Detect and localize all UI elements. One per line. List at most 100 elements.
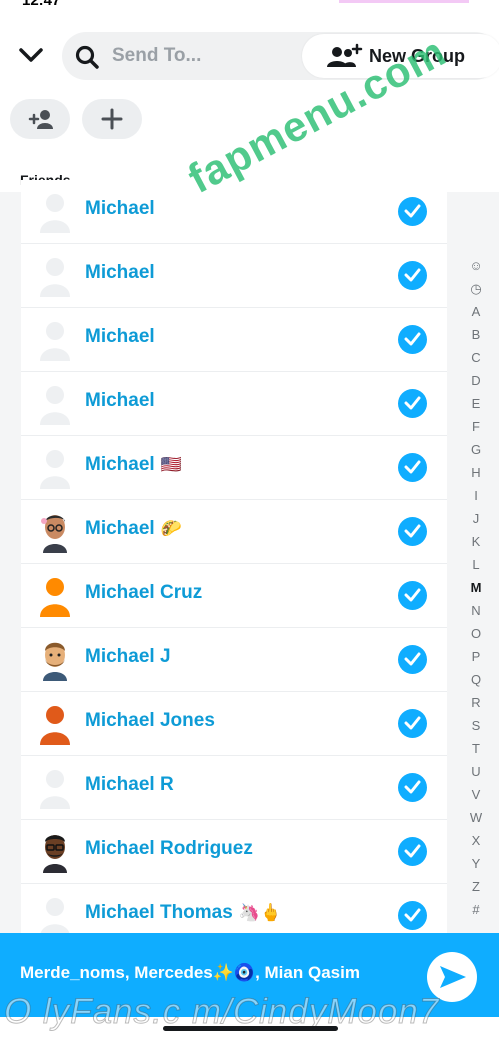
add-friend-icon [28, 110, 53, 129]
friend-name: Michael 🌮 [85, 518, 182, 540]
avatar [37, 383, 73, 425]
friend-row[interactable]: Michael R [21, 756, 447, 820]
index-letter[interactable]: C [463, 350, 489, 373]
friend-name-text: Michael R [85, 774, 174, 795]
index-letter[interactable]: B [463, 327, 489, 350]
index-letter[interactable]: L [463, 557, 489, 580]
index-letter[interactable]: M [463, 580, 489, 603]
friend-name-text: Michael Rodriguez [85, 838, 253, 859]
status-bar: 12:47 [0, 0, 499, 10]
friend-row[interactable]: Michael J [21, 628, 447, 692]
selected-recipients: Merde_noms, Mercedes✨🧿, Mian Qasim [20, 963, 360, 982]
index-letter[interactable]: T [463, 741, 489, 764]
index-letter[interactable]: D [463, 373, 489, 396]
selected-check-icon[interactable] [398, 901, 427, 930]
avatar [37, 831, 73, 873]
index-letter[interactable]: U [463, 764, 489, 787]
plus-icon [101, 108, 123, 130]
friend-name: Michael Rodriguez [85, 838, 253, 860]
selected-check-icon[interactable] [398, 709, 427, 738]
selected-check-icon[interactable] [398, 581, 427, 610]
alphabet-index[interactable]: ☺ ◷ A B C D E F G H I J K L M N O P Q R S T U V W X Y Z # [463, 258, 489, 925]
index-letter[interactable]: J [463, 511, 489, 534]
avatar [37, 191, 73, 233]
friend-name: Michael Jones [85, 710, 215, 732]
avatar [37, 767, 73, 809]
create-button[interactable] [82, 99, 142, 139]
index-letter[interactable]: K [463, 534, 489, 557]
index-letter[interactable]: S [463, 718, 489, 741]
friend-row[interactable]: Michael 🇺🇸 [21, 436, 447, 500]
selected-check-icon[interactable] [398, 773, 427, 802]
selected-check-icon[interactable] [398, 453, 427, 482]
chevron-down-icon[interactable] [18, 42, 44, 68]
index-letter[interactable]: H [463, 465, 489, 488]
selected-check-icon[interactable] [398, 325, 427, 354]
index-letter[interactable]: ◷ [463, 281, 489, 304]
friend-emoji: 🦄🖕 [238, 903, 282, 922]
friend-name: Michael Cruz [85, 582, 202, 604]
index-letter[interactable]: F [463, 419, 489, 442]
index-letter[interactable]: G [463, 442, 489, 465]
index-letter[interactable]: W [463, 810, 489, 833]
friend-name-text: Michael [85, 518, 155, 539]
selected-check-icon[interactable] [398, 389, 427, 418]
index-letter[interactable]: X [463, 833, 489, 856]
selected-check-icon[interactable] [398, 837, 427, 866]
index-letter[interactable]: P [463, 649, 489, 672]
add-friend-button[interactable] [10, 99, 70, 139]
index-letter[interactable]: N [463, 603, 489, 626]
status-time: 12:47 [22, 0, 61, 9]
friend-name: Michael J [85, 646, 171, 668]
index-letter[interactable]: Z [463, 879, 489, 902]
home-indicator [163, 1026, 338, 1031]
friend-name: Michael Thomas 🦄🖕 [85, 902, 281, 924]
index-letter[interactable]: V [463, 787, 489, 810]
selected-check-icon[interactable] [398, 197, 427, 226]
friend-name: Michael R [85, 774, 174, 796]
friend-row[interactable]: Michael [21, 180, 447, 244]
index-letter[interactable]: A [463, 304, 489, 327]
friend-name-text: Michael J [85, 646, 171, 667]
friend-name-text: Michael Cruz [85, 582, 203, 603]
friend-row[interactable]: Michael [21, 372, 447, 436]
friend-row[interactable]: Michael Rodriguez [21, 820, 447, 884]
avatar [37, 319, 73, 361]
friend-name: Michael 🇺🇸 [85, 454, 182, 476]
index-letter[interactable]: ☺ [463, 258, 489, 281]
friend-row[interactable]: Michael Jones [21, 692, 447, 756]
friend-name-text: Michael [85, 390, 155, 411]
avatar [37, 575, 73, 617]
friend-row[interactable]: Michael 🌮 [21, 500, 447, 564]
selected-check-icon[interactable] [398, 517, 427, 546]
friend-name-text: Michael Thomas [85, 902, 233, 923]
selected-check-icon[interactable] [398, 261, 427, 290]
friend-name: Michael [85, 198, 155, 220]
friend-row[interactable]: Michael Cruz [21, 564, 447, 628]
avatar [37, 255, 73, 297]
friend-name-text: Michael [85, 454, 155, 475]
friend-name-text: Michael [85, 198, 155, 219]
avatar [37, 703, 73, 745]
send-arrow-icon [440, 966, 466, 988]
friend-emoji: 🇺🇸 [160, 455, 182, 474]
index-letter[interactable]: Y [463, 856, 489, 879]
friend-emoji: 🌮 [160, 519, 182, 538]
friend-name: Michael [85, 262, 155, 284]
index-letter[interactable]: O [463, 626, 489, 649]
search-placeholder: Send To... [112, 45, 202, 66]
index-letter[interactable]: I [463, 488, 489, 511]
index-letter[interactable]: Q [463, 672, 489, 695]
friend-row[interactable]: Michael [21, 244, 447, 308]
avatar [37, 895, 73, 937]
index-letter[interactable]: R [463, 695, 489, 718]
index-letter[interactable]: E [463, 396, 489, 419]
index-letter[interactable]: # [463, 902, 489, 925]
status-indicator [339, 0, 469, 3]
friend-name: Michael [85, 390, 155, 412]
avatar [37, 639, 73, 681]
selected-check-icon[interactable] [398, 645, 427, 674]
friend-name-text: Michael [85, 326, 155, 347]
friend-row[interactable]: Michael [21, 308, 447, 372]
friend-name: Michael [85, 326, 155, 348]
